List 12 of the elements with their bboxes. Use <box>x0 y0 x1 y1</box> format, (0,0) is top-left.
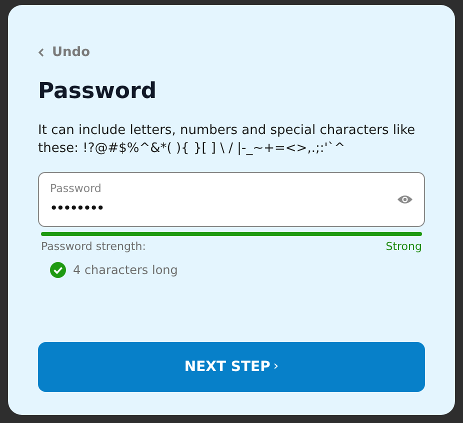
password-value: •••••••• <box>50 200 104 218</box>
field-label: Password <box>50 180 102 197</box>
eye-icon[interactable] <box>397 194 413 204</box>
requirement-text: 4 characters long <box>73 262 178 279</box>
description-text: It can include letters, numbers and special characters like these: !?@#$%^&*( ){ }[ ] \ / |-_~+=<>,.;:'`^ <box>38 122 416 158</box>
password-field[interactable]: Password •••••••• <box>38 172 425 226</box>
page-title: Password <box>38 78 157 106</box>
chevron-left-icon <box>38 48 44 58</box>
next-step-button[interactable]: NEXT STEP › <box>38 342 425 392</box>
strength-label: Password strength: <box>41 238 146 254</box>
undo-link[interactable]: Undo <box>38 43 90 62</box>
strength-reading: Strong <box>386 238 422 254</box>
